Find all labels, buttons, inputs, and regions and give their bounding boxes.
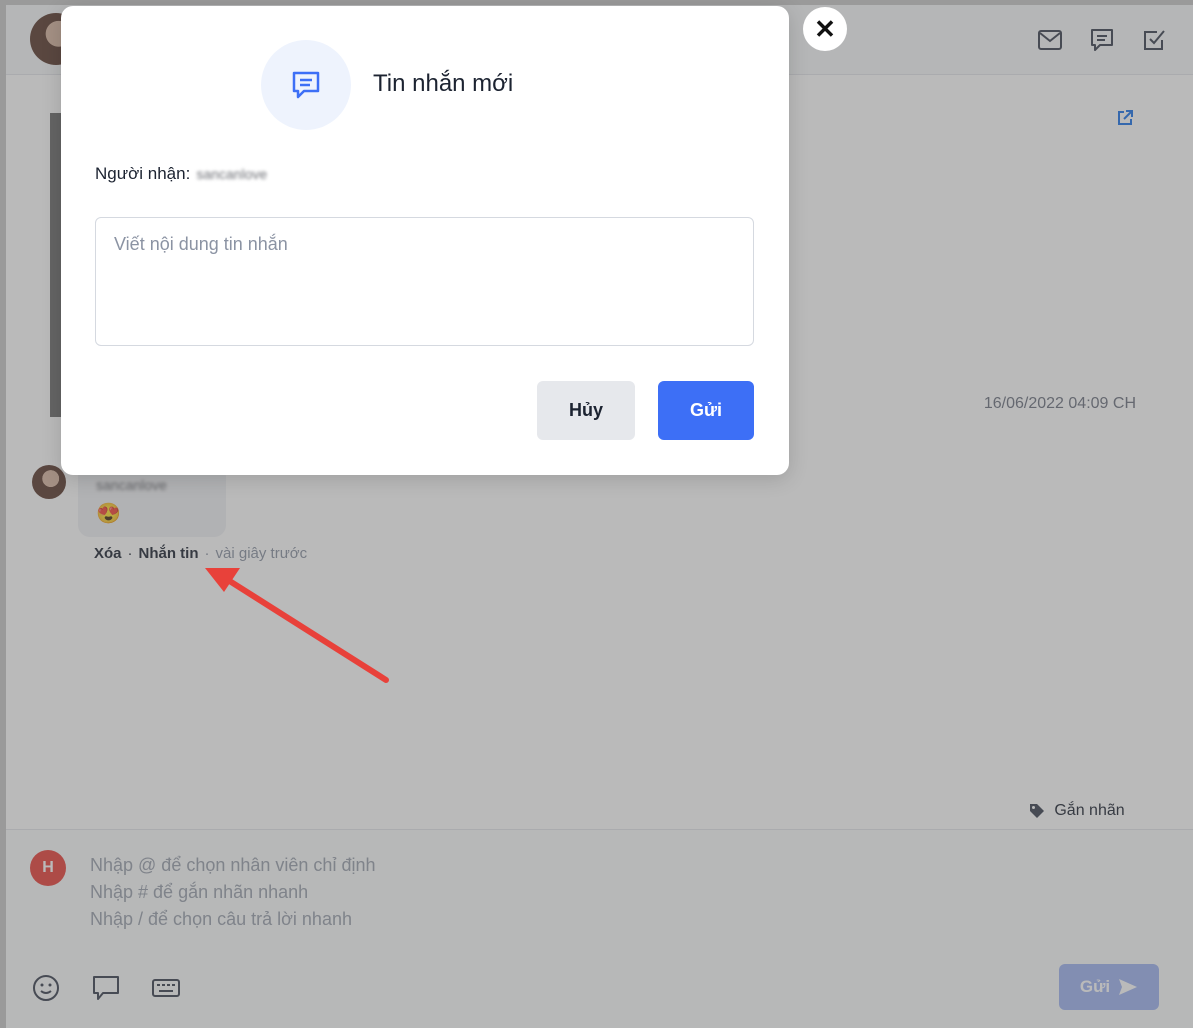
recipient-name: sancanlove	[196, 166, 268, 182]
dialog-title: Tin nhắn mới	[373, 70, 514, 97]
message-input[interactable]	[95, 217, 754, 346]
send-button[interactable]: Gửi	[658, 381, 754, 440]
recipient-row: Người nhận: sancanlove	[95, 164, 267, 184]
recipient-label: Người nhận:	[95, 164, 191, 183]
message-icon	[292, 71, 320, 99]
cancel-button[interactable]: Hủy	[537, 381, 635, 440]
close-icon[interactable]: ✕	[803, 7, 847, 51]
message-icon-badge	[261, 40, 351, 130]
new-message-dialog: Tin nhắn mới Người nhận: sancanlove Hủy …	[61, 6, 789, 475]
